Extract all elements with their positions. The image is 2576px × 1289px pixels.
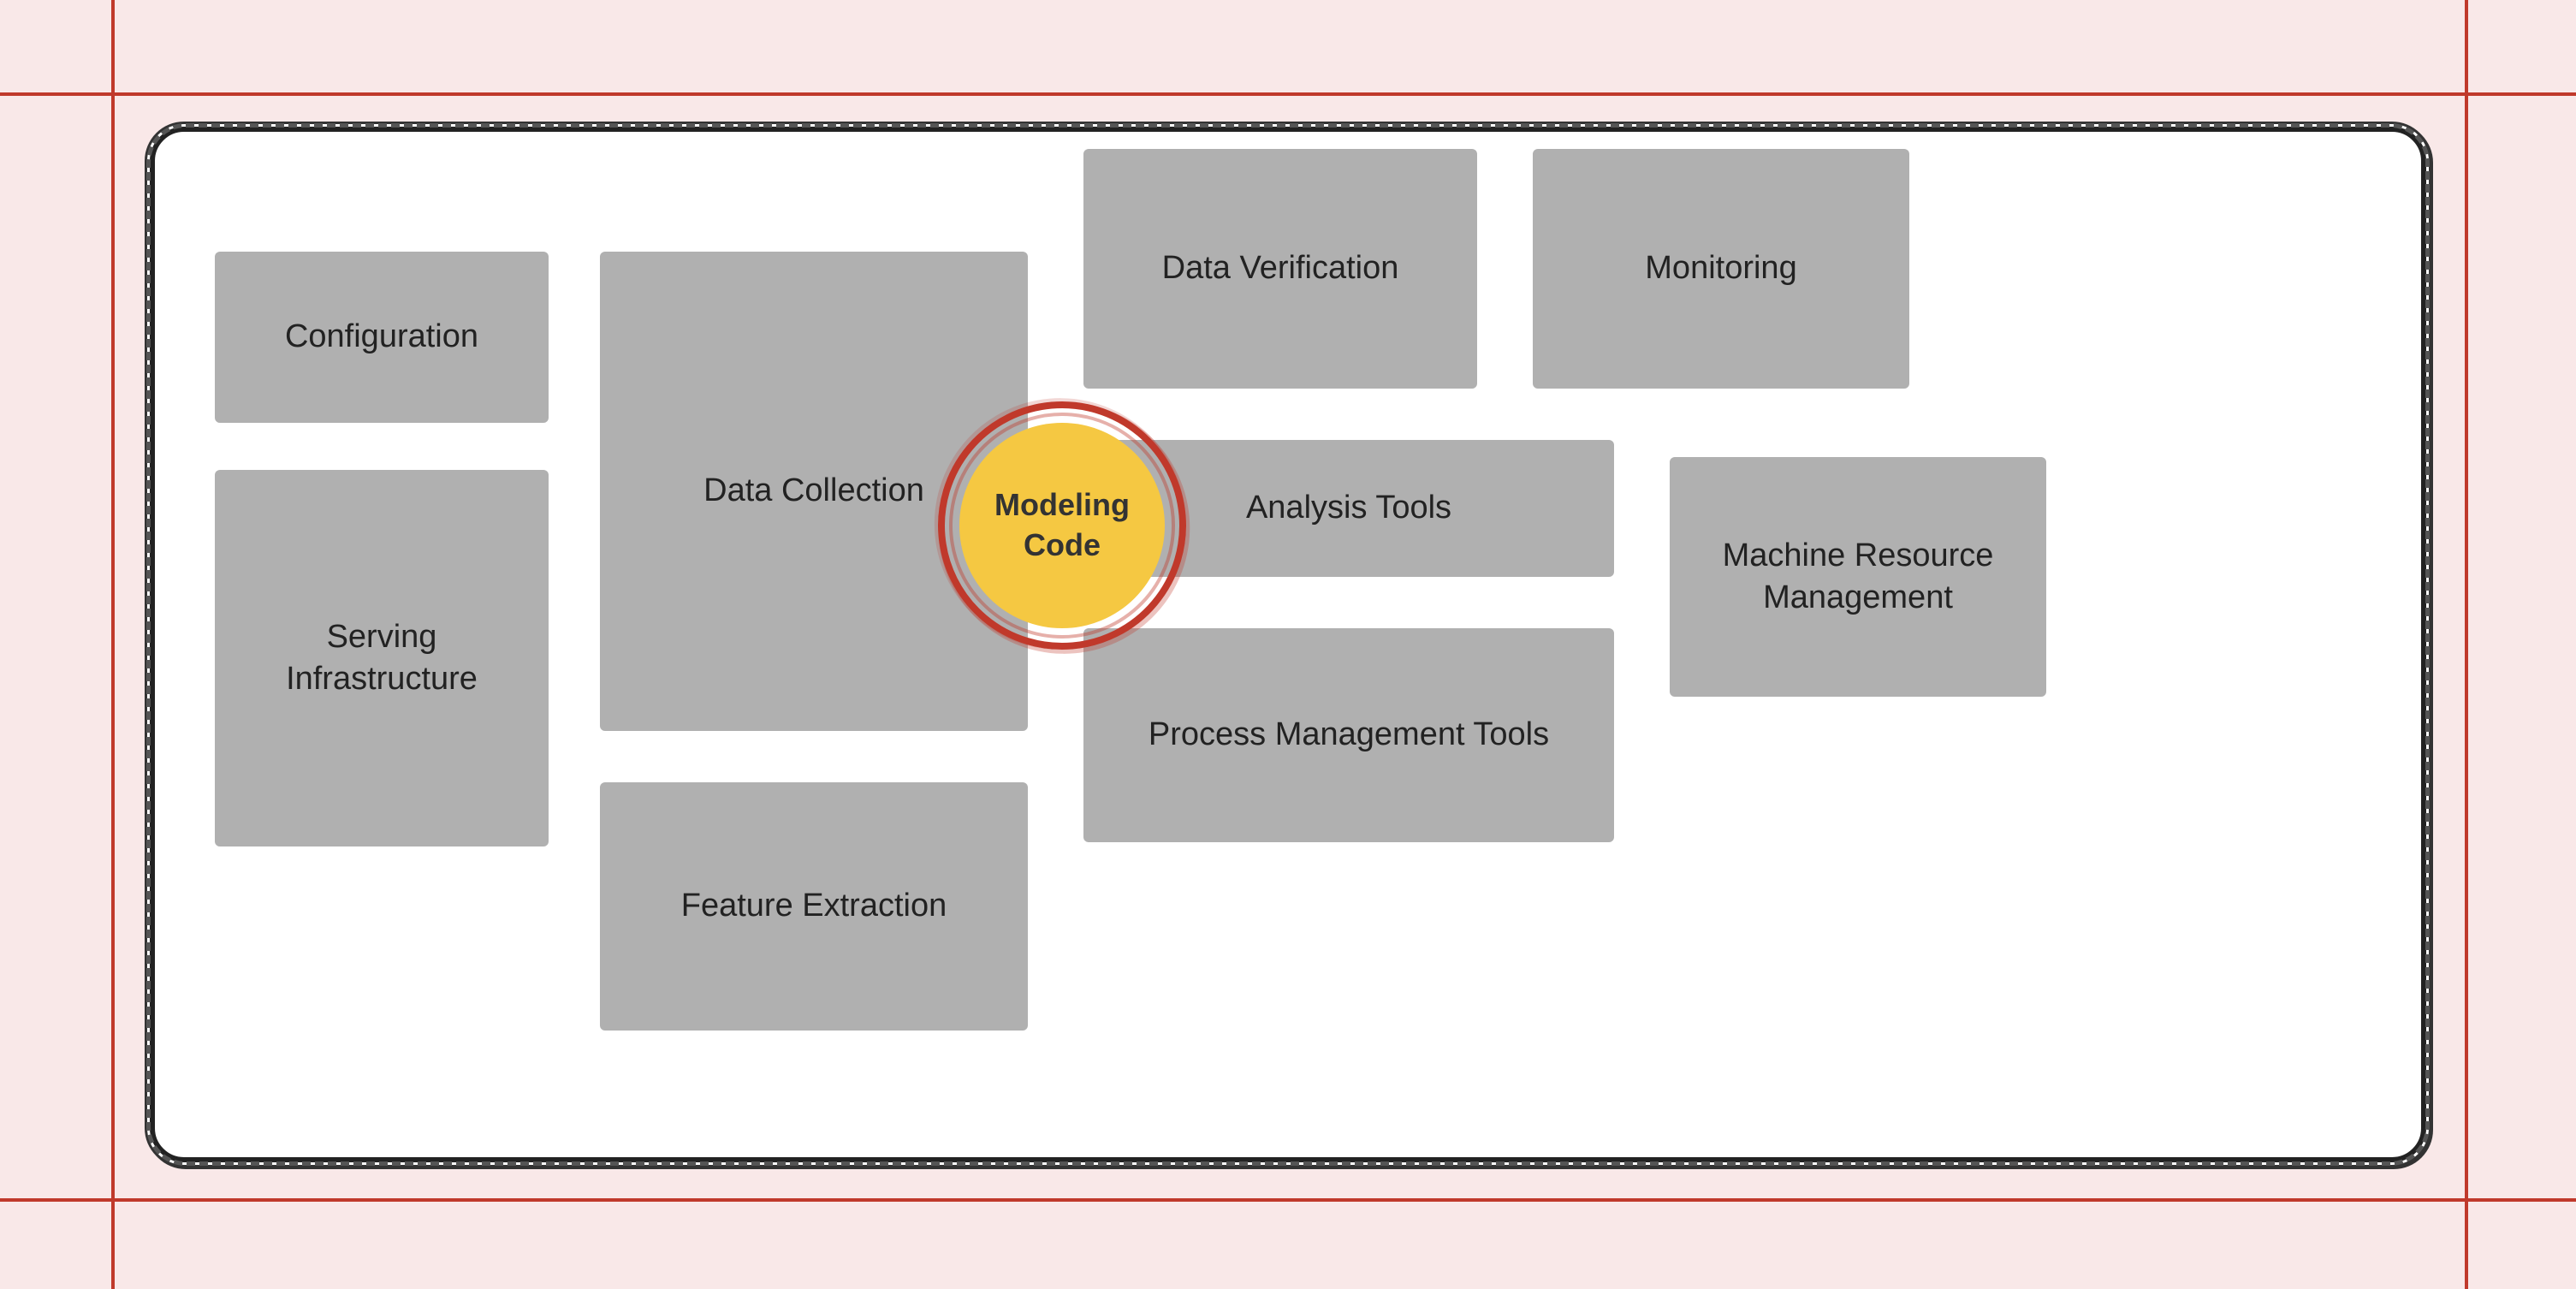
process-management-label: Process Management Tools	[1149, 714, 1549, 756]
data-verification-label: Data Verification	[1162, 247, 1399, 289]
process-management-block: Process Management Tools	[1083, 628, 1614, 842]
machine-resource-label: Machine ResourceManagement	[1723, 535, 1994, 620]
feature-extraction-block: Feature Extraction	[600, 782, 1028, 1031]
monitoring-block: Monitoring	[1533, 149, 1909, 389]
feature-extraction-label: Feature Extraction	[681, 885, 947, 927]
data-collection-label: Data Collection	[703, 470, 924, 512]
serving-infrastructure-label: Serving Infrastructure	[232, 616, 531, 701]
configuration-label: Configuration	[285, 316, 478, 358]
red-line-horizontal-bottom	[0, 1198, 2576, 1202]
red-line-vertical-right	[2465, 0, 2468, 1289]
configuration-block: Configuration	[215, 252, 549, 423]
serving-infrastructure-block: Serving Infrastructure	[215, 470, 549, 846]
main-diagram-container: Configuration Serving Infrastructure Dat…	[150, 127, 2426, 1162]
red-line-horizontal-top	[0, 92, 2576, 96]
data-verification-block: Data Verification	[1083, 149, 1477, 389]
analysis-tools-label: Analysis Tools	[1246, 487, 1451, 529]
monitoring-label: Monitoring	[1645, 247, 1796, 289]
red-line-vertical-left	[111, 0, 115, 1289]
machine-resource-block: Machine ResourceManagement	[1670, 457, 2046, 697]
